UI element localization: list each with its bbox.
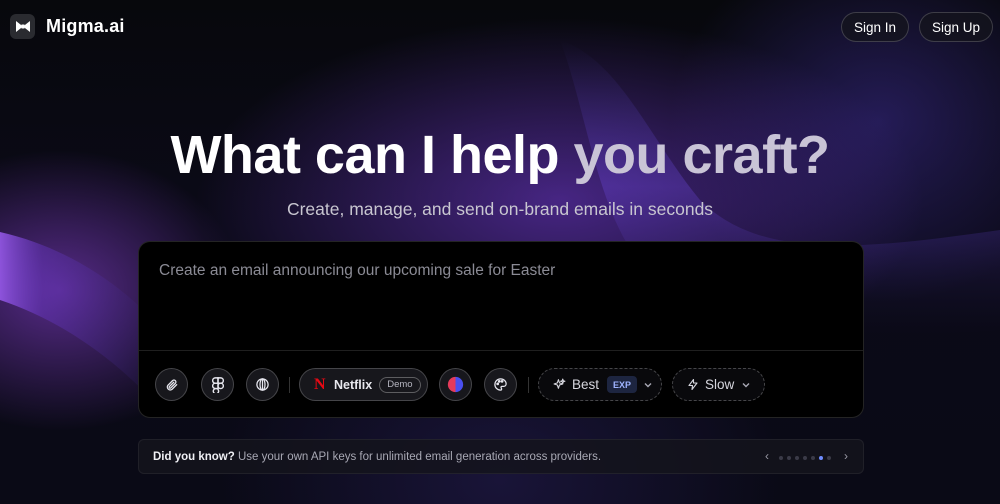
hero-subtitle: Create, manage, and send on-brand emails… bbox=[286, 199, 714, 219]
tip-text: Did you know? Use your own API keys for … bbox=[153, 451, 601, 463]
demo-badge: Demo bbox=[379, 376, 421, 393]
exp-badge: EXP bbox=[607, 376, 638, 393]
brand-name[interactable]: Migma.ai bbox=[46, 16, 125, 37]
chevron-down-icon bbox=[742, 382, 750, 387]
pagination-dot[interactable] bbox=[779, 456, 783, 460]
tip-next-button[interactable]: › bbox=[844, 449, 848, 463]
web-import-button[interactable] bbox=[246, 368, 279, 401]
pagination-dot[interactable] bbox=[819, 456, 823, 460]
top-nav: Migma.ai Sign In Sign Up bbox=[0, 0, 1000, 54]
tip-pagination-dots bbox=[779, 456, 835, 460]
prompt-composer: N Netflix Demo bbox=[138, 241, 864, 418]
toolbar-separator bbox=[528, 377, 529, 393]
sparkles-icon bbox=[553, 378, 566, 389]
speed-selector[interactable]: Slow bbox=[672, 368, 765, 401]
attach-button[interactable] bbox=[155, 368, 188, 401]
hero-title-part2: you craft? bbox=[573, 125, 831, 185]
lightning-icon bbox=[688, 378, 698, 391]
figma-icon bbox=[211, 376, 224, 393]
netflix-logo-icon: N bbox=[314, 375, 326, 393]
speed-label: Slow bbox=[705, 377, 735, 392]
pagination-dot[interactable] bbox=[787, 456, 791, 460]
page: Migma.ai Sign In Sign Up What can I help… bbox=[0, 0, 1000, 504]
pagination-dot[interactable] bbox=[803, 456, 807, 460]
hero-title-part1: What can I help bbox=[170, 125, 574, 185]
paperclip-icon bbox=[166, 378, 177, 391]
sign-up-button[interactable]: Sign Up bbox=[919, 12, 993, 42]
globe-icon bbox=[256, 378, 269, 391]
prompt-input[interactable] bbox=[159, 262, 839, 280]
tip-prev-button[interactable]: ‹ bbox=[765, 449, 769, 463]
chevron-down-icon bbox=[644, 382, 652, 387]
quality-selector[interactable]: Best EXP bbox=[538, 368, 662, 401]
composer-divider bbox=[139, 350, 863, 351]
tip-body: Use your own API keys for unlimited emai… bbox=[234, 451, 602, 463]
tip-lead: Did you know? bbox=[153, 451, 235, 463]
sign-in-button[interactable]: Sign In bbox=[841, 12, 909, 42]
theme-button[interactable] bbox=[484, 368, 517, 401]
pagination-dot[interactable] bbox=[811, 456, 815, 460]
palette-icon bbox=[494, 378, 507, 391]
brand-selector[interactable]: N Netflix Demo bbox=[299, 368, 428, 401]
hero-title: What can I help you craft? bbox=[0, 124, 1000, 186]
figma-import-button[interactable] bbox=[201, 368, 234, 401]
brand-selector-name: Netflix bbox=[334, 377, 373, 392]
did-you-know-bar: Did you know? Use your own API keys for … bbox=[138, 439, 864, 474]
toolbar-separator bbox=[289, 377, 290, 393]
pagination-dot[interactable] bbox=[827, 456, 831, 460]
quality-label: Best bbox=[572, 377, 600, 392]
color-split-icon bbox=[447, 376, 464, 393]
bowtie-logo-icon[interactable] bbox=[10, 14, 35, 39]
pagination-dot[interactable] bbox=[795, 456, 799, 460]
color-button[interactable] bbox=[439, 368, 472, 401]
